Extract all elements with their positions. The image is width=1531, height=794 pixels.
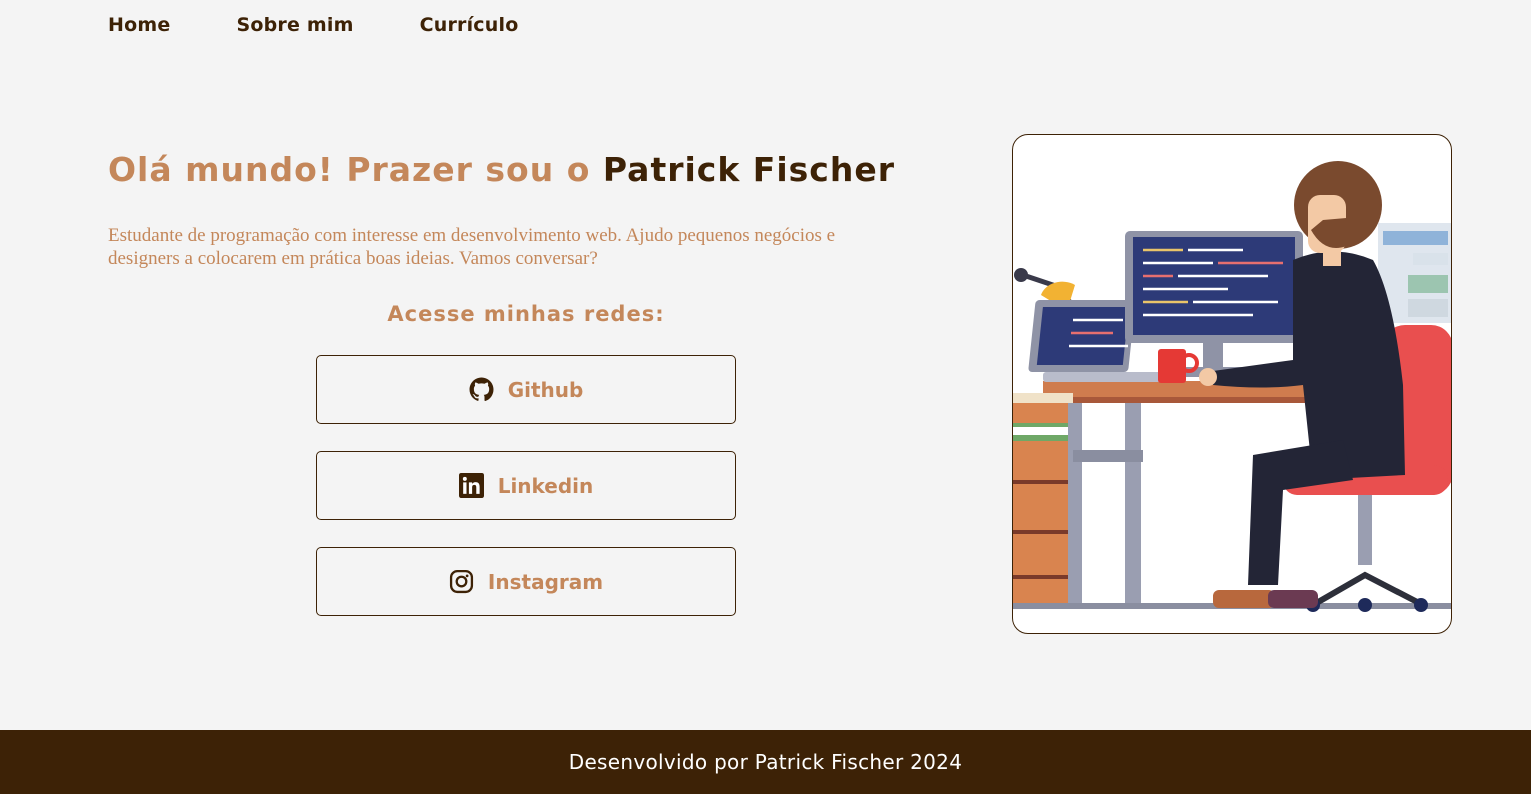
linkedin-label: Linkedin xyxy=(497,473,594,498)
github-label: Github xyxy=(507,377,584,402)
footer-text: Desenvolvido por Patrick Fischer 2024 xyxy=(568,750,963,774)
github-button[interactable]: Github xyxy=(316,355,736,424)
github-icon xyxy=(469,377,494,402)
footer: Desenvolvido por Patrick Fischer 2024 xyxy=(0,730,1531,794)
nav-link-home[interactable]: Home xyxy=(108,14,170,36)
linkedin-button[interactable]: Linkedin xyxy=(316,451,736,520)
hero-description: Estudante de programação com interesse e… xyxy=(108,225,836,269)
hero-greeting: Olá mundo! Prazer sou o xyxy=(108,150,603,189)
nav-link-sobre-mim[interactable]: Sobre mim xyxy=(236,14,353,36)
hero-name: Patrick Fischer xyxy=(602,150,896,189)
social-heading: Acesse minhas redes: xyxy=(387,302,665,326)
programmer-illustration xyxy=(1012,134,1452,634)
nav-link-curriculo[interactable]: Currículo xyxy=(420,14,519,36)
main-nav: Home Sobre mim Currículo xyxy=(108,14,584,36)
hero-title: Olá mundo! Prazer sou o Patrick Fischer xyxy=(108,150,895,189)
instagram-label: Instagram xyxy=(487,569,604,594)
instagram-icon xyxy=(449,569,474,594)
instagram-button[interactable]: Instagram xyxy=(316,547,736,616)
linkedin-icon xyxy=(458,473,484,498)
